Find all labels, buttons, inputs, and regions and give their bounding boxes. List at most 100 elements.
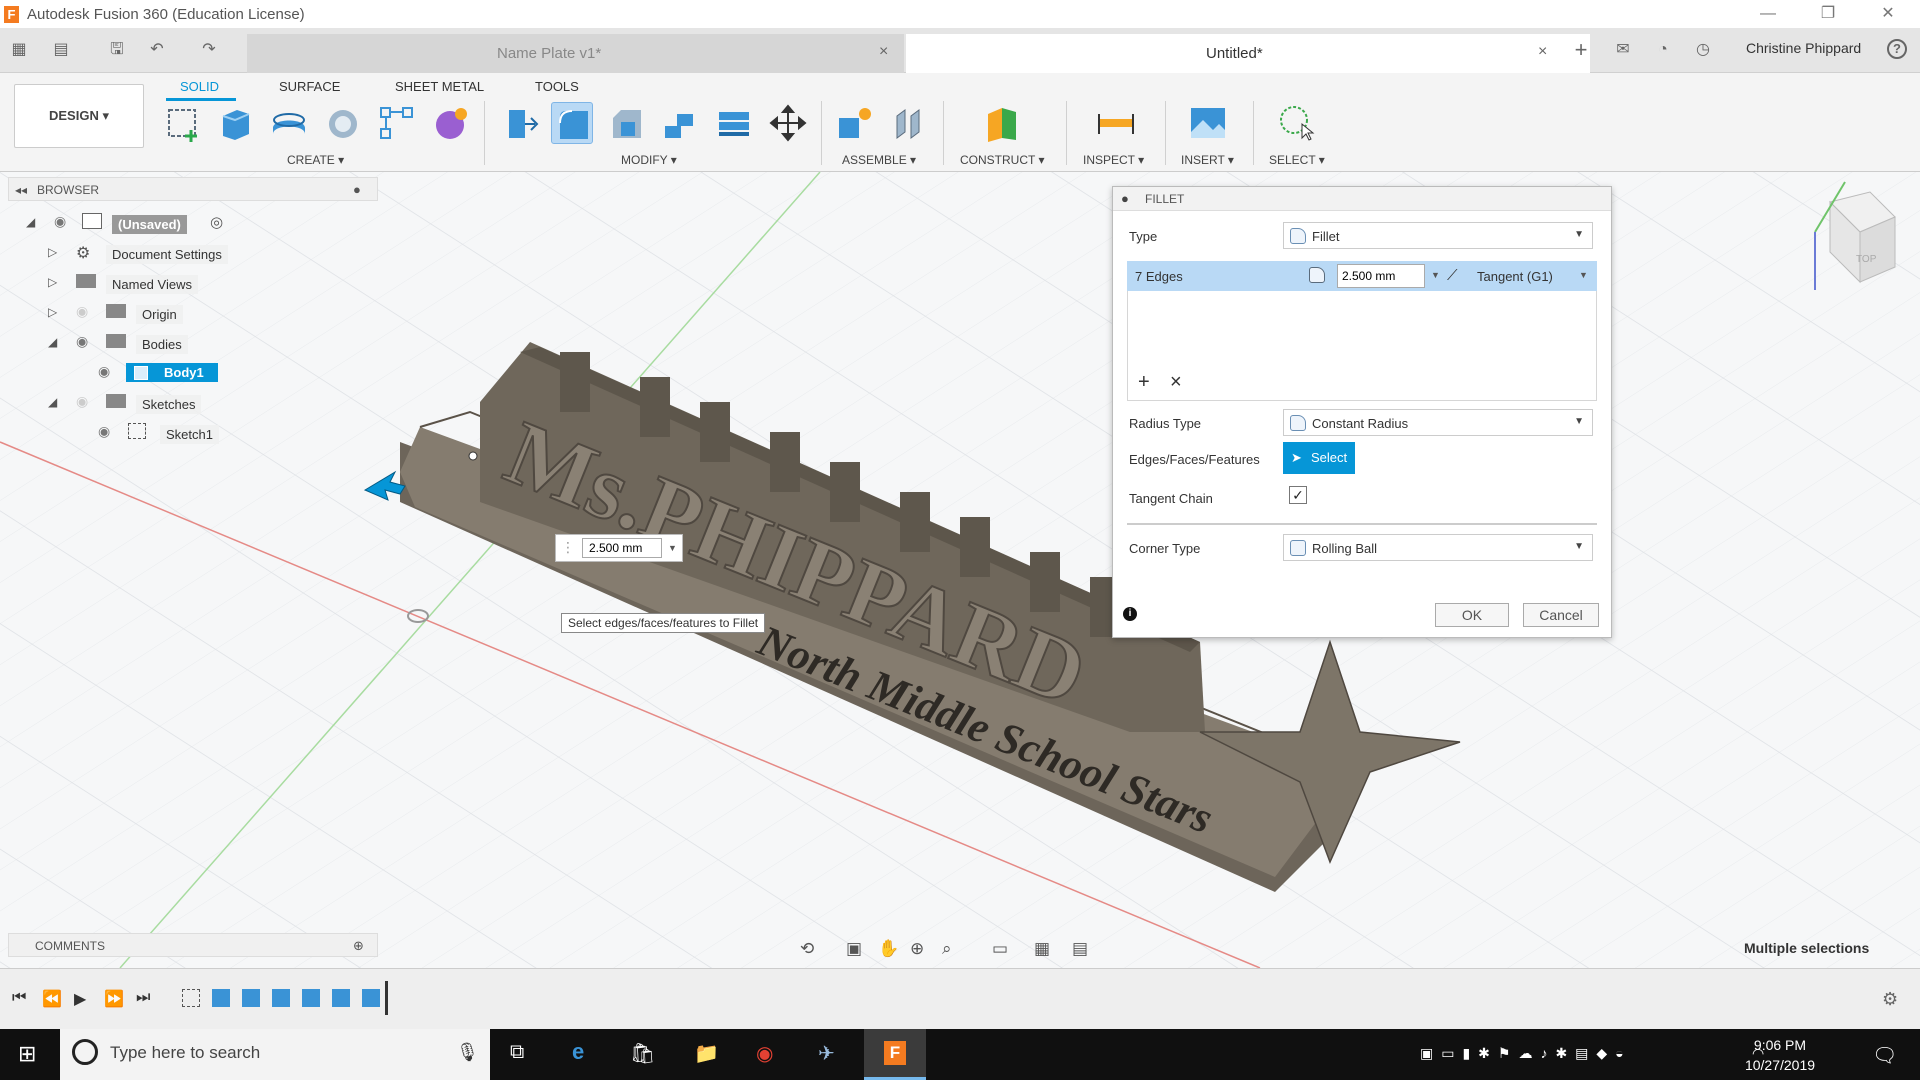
visibility-eye-icon[interactable]: ◉ [76, 333, 88, 350]
dimension-dropdown-icon[interactable]: ▼ [668, 543, 677, 553]
offset-plane-icon[interactable] [982, 102, 1024, 144]
fit-zoom-icon[interactable]: ⌕ [942, 939, 952, 959]
timeline-settings-gear-icon[interactable]: ⚙ [1882, 989, 1898, 1010]
undo-icon[interactable]: ↶ [146, 39, 168, 61]
chrome-icon[interactable]: ◉ [756, 1041, 773, 1066]
sweep-icon[interactable] [322, 102, 364, 144]
help-icon[interactable]: ? [1887, 39, 1907, 59]
radius-input[interactable] [1337, 264, 1425, 288]
create-group-label[interactable]: CREATE ▾ [287, 153, 344, 167]
timeline-extrude-icon[interactable] [242, 989, 260, 1007]
edges-selection-row[interactable]: 7 Edges ▼ ⟋ Tangent (G1) ▼ [1127, 261, 1597, 291]
ok-button[interactable]: OK [1435, 603, 1509, 627]
revolve-icon[interactable] [268, 102, 310, 144]
timeline-combine-icon[interactable] [362, 989, 380, 1007]
store-icon[interactable]: 🛍 [630, 1041, 655, 1066]
task-view-icon[interactable]: ⧉ [510, 1041, 524, 1064]
rectangular-pattern-icon[interactable] [376, 102, 418, 144]
remove-selection-icon[interactable]: × [1170, 371, 1182, 394]
expand-triangle-icon[interactable]: ▷ [48, 305, 57, 319]
continuity-value[interactable]: Tangent (G1) [1477, 269, 1553, 284]
user-name[interactable]: Christine Phippard [1746, 40, 1861, 56]
construct-group-label[interactable]: CONSTRUCT ▾ [960, 153, 1044, 167]
viewports-icon[interactable]: ▤ [1072, 939, 1088, 959]
look-at-icon[interactable]: ▣ [846, 939, 862, 959]
file-explorer-icon[interactable]: 📁 [694, 1041, 719, 1066]
shell-icon[interactable] [659, 102, 701, 144]
collapse-triangle-icon[interactable]: ◢ [48, 395, 57, 409]
select-button[interactable]: ➤ Select [1283, 442, 1355, 474]
display-settings-icon[interactable]: ▭ [992, 939, 1008, 959]
zoom-icon[interactable]: ⊕ [910, 939, 924, 959]
tangent-chain-checkbox[interactable]: ✓ [1289, 486, 1307, 504]
step-forward-icon[interactable]: ⏩ [104, 989, 124, 1009]
canvas-viewport[interactable]: Ms.PHIPPARD North Middle School Stars TO… [0, 172, 1920, 968]
file-menu-icon[interactable]: ▤ [50, 39, 72, 61]
microphone-icon[interactable]: 🎙 [456, 1042, 479, 1063]
new-component-icon[interactable] [833, 102, 875, 144]
save-icon[interactable]: 🖫 [106, 39, 128, 61]
close-window-button[interactable]: ✕ [1866, 2, 1910, 26]
tab-tools[interactable]: TOOLS [535, 79, 579, 94]
combine-icon[interactable] [713, 102, 755, 144]
select-group-label[interactable]: SELECT ▾ [1269, 153, 1325, 167]
restore-button[interactable]: ❐ [1806, 2, 1850, 26]
go-to-end-icon[interactable]: ⏭ [136, 989, 150, 1007]
edge-browser-icon[interactable]: e [572, 1039, 584, 1065]
app-icon[interactable]: ✈ [818, 1041, 835, 1066]
browser-panel-header[interactable]: ◂◂ BROWSER ● [8, 177, 378, 201]
system-tray-icons[interactable]: ▣▭▮✱⚑☁♪✱▤◆◒ [1420, 1045, 1632, 1062]
timeline-extrude-icon[interactable] [272, 989, 290, 1007]
continuity-dropdown-icon[interactable]: ▼ [1579, 270, 1588, 280]
insert-group-label[interactable]: INSERT ▾ [1181, 153, 1234, 167]
timeline-extrude-icon[interactable] [332, 989, 350, 1007]
collapse-dialog-icon[interactable]: ● [1121, 191, 1129, 206]
timeline-extrude-icon[interactable] [212, 989, 230, 1007]
hidden-eye-icon[interactable]: ◉ [76, 393, 88, 410]
collapse-triangle-icon[interactable]: ◢ [48, 335, 57, 349]
orbit-icon[interactable]: ⟲ [800, 939, 814, 959]
data-panel-grid-icon[interactable]: ▦ [8, 39, 30, 61]
windows-start-icon[interactable]: ⊞ [18, 1041, 36, 1067]
tab-surface[interactable]: SURFACE [279, 79, 340, 94]
clock-history-icon[interactable]: ◷ [1692, 39, 1714, 61]
taskbar-search-box[interactable]: Type here to search 🎙 [60, 1029, 490, 1080]
step-back-icon[interactable]: ⏪ [42, 989, 62, 1009]
visibility-eye-icon[interactable]: ◉ [98, 423, 110, 440]
hidden-eye-icon[interactable]: ◉ [76, 303, 88, 320]
extrude-icon[interactable] [214, 102, 256, 144]
visibility-eye-icon[interactable]: ◉ [54, 213, 66, 230]
expand-triangle-icon[interactable]: ▷ [48, 275, 57, 289]
active-radio-icon[interactable]: ◎ [210, 213, 223, 231]
timeline-marker[interactable] [385, 981, 388, 1015]
fillet-dialog-header[interactable]: ● FILLET [1113, 187, 1611, 211]
visibility-eye-icon[interactable]: ◉ [98, 363, 110, 380]
add-comment-icon[interactable]: ⊕ [353, 938, 364, 954]
radius-type-dropdown[interactable]: Constant Radius ▼ [1283, 409, 1593, 436]
comments-panel-header[interactable]: COMMENTS ⊕ [8, 933, 378, 957]
minimize-button[interactable]: — [1746, 2, 1790, 26]
notifications-icon[interactable]: ◔ [1652, 39, 1674, 61]
assemble-group-label[interactable]: ASSEMBLE ▾ [842, 153, 916, 167]
corner-type-dropdown[interactable]: Rolling Ball ▼ [1283, 534, 1593, 561]
select-lasso-icon[interactable] [1275, 102, 1317, 144]
workspace-switcher-button[interactable]: DESIGN ▾ [14, 84, 144, 148]
press-pull-icon[interactable] [497, 102, 539, 144]
redo-icon[interactable]: ↷ [198, 39, 220, 61]
timeline-extrude-icon[interactable] [302, 989, 320, 1007]
fillet-icon[interactable] [551, 102, 593, 144]
timeline-sketch-icon[interactable] [182, 989, 200, 1007]
tab-sheet-metal[interactable]: SHEET METAL [395, 79, 484, 94]
fillet-radius-dimension[interactable]: ⋮ ▼ [555, 534, 683, 562]
create-sketch-icon[interactable] [161, 102, 203, 144]
inspect-group-label[interactable]: INSPECT ▾ [1083, 153, 1144, 167]
tab-untitled[interactable]: Untitled* × [906, 34, 1590, 73]
job-status-icon[interactable]: ✉ [1612, 39, 1634, 61]
add-selection-icon[interactable]: + [1138, 371, 1150, 394]
taskbar-clock[interactable]: 9:06 PM 10/27/2019 [1740, 1035, 1820, 1075]
dimension-input[interactable] [582, 538, 662, 558]
type-dropdown[interactable]: Fillet ▼ [1283, 222, 1593, 249]
create-form-icon[interactable] [430, 102, 472, 144]
modify-group-label[interactable]: MODIFY ▾ [621, 153, 677, 167]
insert-canvas-icon[interactable] [1187, 102, 1229, 144]
